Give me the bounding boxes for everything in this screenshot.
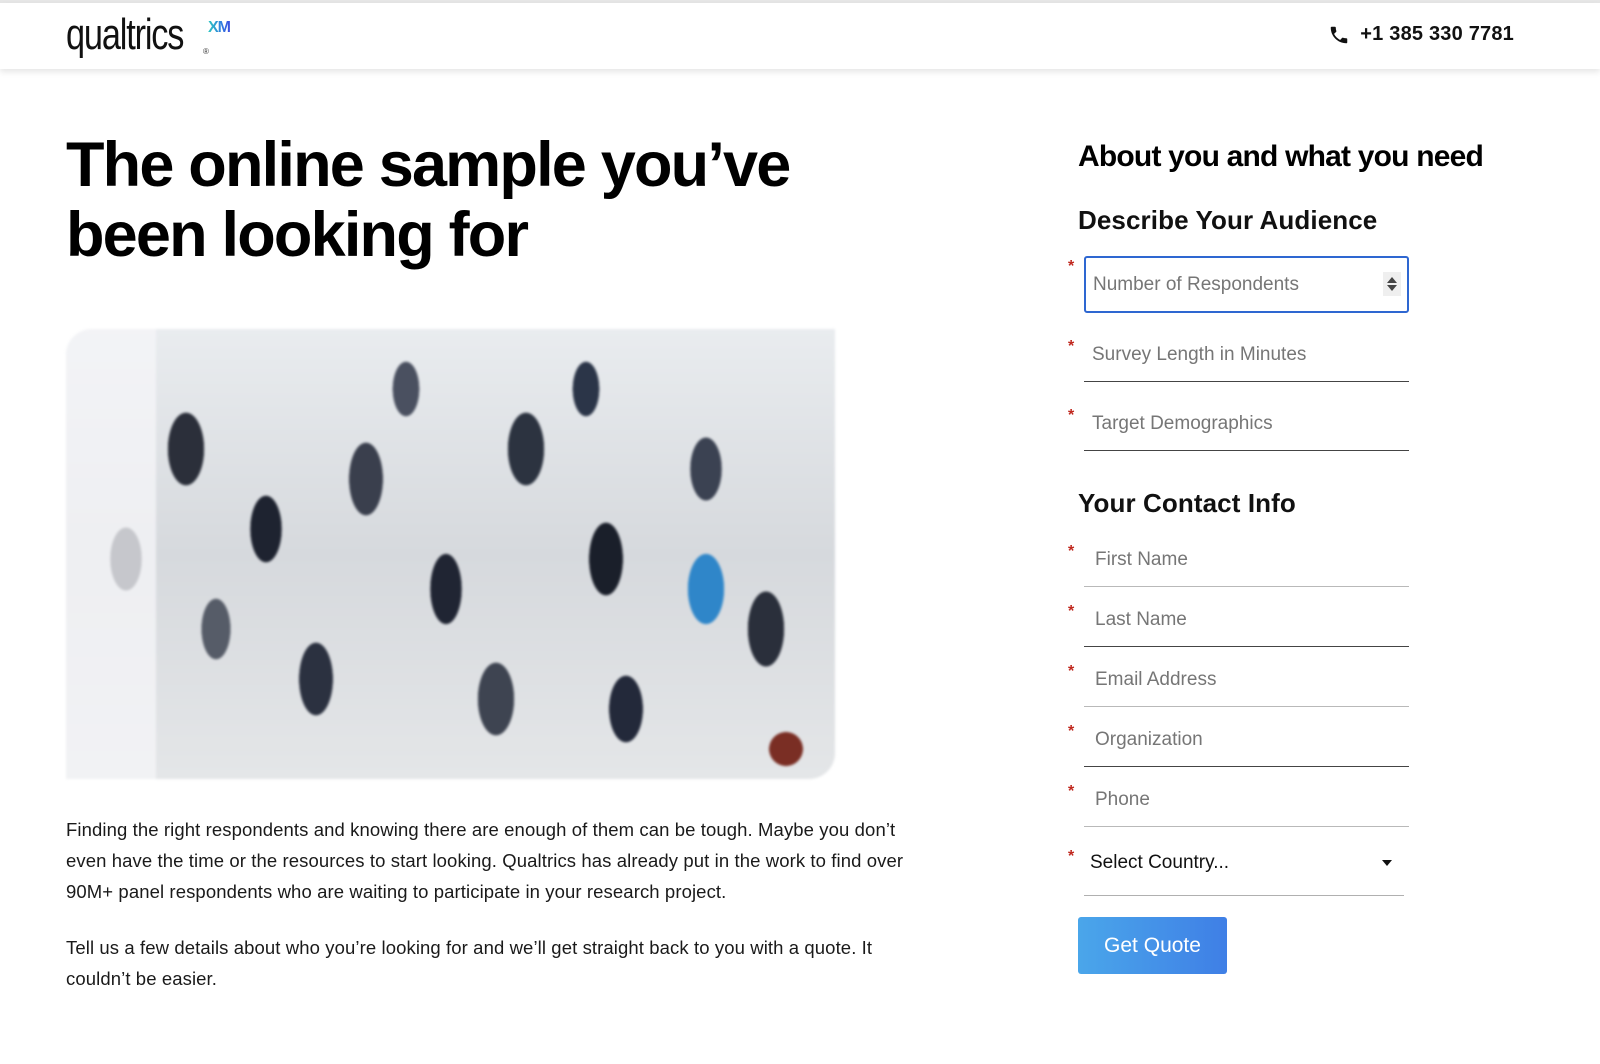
logo-xm-badge: XM xyxy=(208,19,231,36)
required-marker: * xyxy=(1068,407,1075,424)
audience-section-title: Describe Your Audience xyxy=(1078,205,1378,235)
logo-wordmark: qualtrics xyxy=(66,10,184,59)
last-name-input[interactable] xyxy=(1084,601,1409,647)
country-select[interactable]: Select Country... xyxy=(1084,846,1404,896)
organization-input[interactable] xyxy=(1084,721,1409,767)
organization-field: * xyxy=(1068,721,1409,767)
respondents-field: * xyxy=(1068,256,1409,313)
hero-description: Finding the right respondents and knowin… xyxy=(66,814,906,994)
last-name-field: * xyxy=(1068,601,1409,647)
required-marker: * xyxy=(1068,338,1075,355)
number-stepper[interactable] xyxy=(1383,272,1401,296)
email-field: * xyxy=(1068,661,1409,707)
get-quote-button[interactable]: Get Quote xyxy=(1078,917,1227,974)
phone-field: * xyxy=(1068,781,1409,827)
phone-input[interactable] xyxy=(1084,781,1409,827)
stepper-up-icon[interactable] xyxy=(1387,277,1397,283)
number-of-respondents-input[interactable] xyxy=(1084,256,1409,313)
required-marker: * xyxy=(1068,663,1075,680)
survey-length-input[interactable] xyxy=(1084,336,1409,382)
country-select-value: Select Country... xyxy=(1090,852,1230,873)
form-title: About you and what you need xyxy=(1078,140,1484,173)
first-name-input[interactable] xyxy=(1084,541,1409,587)
required-marker: * xyxy=(1068,603,1075,620)
required-marker: * xyxy=(1068,543,1075,560)
hero-paragraph: Tell us a few details about who you’re l… xyxy=(66,937,873,989)
stepper-down-icon[interactable] xyxy=(1387,285,1397,291)
email-input[interactable] xyxy=(1084,661,1409,707)
image-wall-highlight xyxy=(66,329,156,779)
hero-paragraph: Finding the right respondents and knowin… xyxy=(66,819,904,902)
target-demographics-field: * xyxy=(1068,405,1409,451)
caret-down-icon xyxy=(1382,860,1392,866)
survey-length-field: * xyxy=(1068,336,1409,382)
logo-registered-mark: ® xyxy=(203,47,209,56)
required-marker: * xyxy=(1068,723,1075,740)
phone-contact[interactable]: +1 385 330 7781 xyxy=(1328,23,1514,46)
required-marker: * xyxy=(1068,258,1075,275)
first-name-field: * xyxy=(1068,541,1409,587)
phone-number: +1 385 330 7781 xyxy=(1360,23,1514,45)
hero-title: The online sample you’ve been looking fo… xyxy=(66,130,791,270)
required-marker: * xyxy=(1068,848,1075,865)
country-field: * Select Country... xyxy=(1068,846,1409,896)
required-marker: * xyxy=(1068,783,1075,800)
hero-crowd-image xyxy=(66,329,835,779)
phone-icon xyxy=(1331,26,1348,43)
target-demographics-input[interactable] xyxy=(1084,405,1409,451)
qualtrics-logo[interactable]: qualtrics ® XM xyxy=(66,9,231,69)
site-header: qualtrics ® XM +1 385 330 7781 xyxy=(0,3,1600,69)
contact-section-title: Your Contact Info xyxy=(1078,488,1296,518)
